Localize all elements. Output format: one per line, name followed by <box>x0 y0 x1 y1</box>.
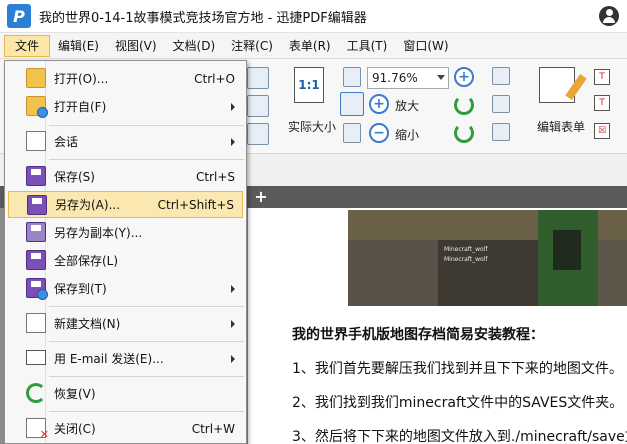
session-icon <box>26 131 46 151</box>
zoom-out-button[interactable]: − <box>369 123 389 143</box>
fit-page-button[interactable] <box>343 67 361 87</box>
close-document-icon <box>26 418 49 441</box>
title-bar: P 我的世界0-14-1故事模式竞技场官方地 - 迅捷PDF编辑器 <box>0 0 627 33</box>
zoom-select[interactable]: 91.76% <box>367 67 449 89</box>
zoom-in-label: 放大 <box>395 99 420 113</box>
actual-size-button[interactable]: 1:1 <box>294 67 324 103</box>
checkbox-field-icon: ☒ <box>594 123 610 139</box>
rotate-right-button[interactable] <box>454 123 474 143</box>
zoom-tool-button[interactable]: + <box>454 67 474 87</box>
form-image-icon <box>492 95 510 113</box>
rotate-left-icon <box>454 95 474 115</box>
image-caption-1: Minecraft_wolf <box>444 246 488 253</box>
rotate-right-icon <box>454 123 474 143</box>
menu-item-open[interactable]: 打开(O)... Ctrl+O <box>8 65 243 92</box>
select-icon <box>247 123 269 145</box>
fit-width-button[interactable] <box>340 92 364 116</box>
document-line-1: 1、我们首先要解压我们找到并且下下来的地图文件。 <box>292 361 623 377</box>
paste-button[interactable] <box>247 95 269 117</box>
menu-item-session[interactable]: 会话 <box>8 128 243 155</box>
menu-window[interactable]: 窗口(W) <box>395 35 456 57</box>
chevron-down-icon <box>437 75 445 80</box>
watermark: 头条 @小奇 <box>530 412 610 430</box>
zoom-value: 91.76% <box>372 71 418 85</box>
form-checkbox-button[interactable] <box>492 123 510 141</box>
menu-view[interactable]: 视图(V) <box>107 35 165 57</box>
menu-tools[interactable]: 工具(T) <box>339 35 396 57</box>
menu-item-save-to[interactable]: 保存到(T) <box>8 275 243 302</box>
app-logo-icon: P <box>7 4 31 28</box>
checkbox-field-button[interactable]: ☒ <box>594 123 610 139</box>
form-field-icon <box>492 67 510 85</box>
menu-item-revert[interactable]: 恢复(V) <box>8 380 243 407</box>
clipboard-icon <box>247 95 269 117</box>
actual-size-icon: 1:1 <box>294 67 324 103</box>
menu-comment[interactable]: 注释(C) <box>223 35 281 57</box>
fit-visible-button[interactable] <box>343 123 361 143</box>
menu-item-email[interactable]: 用 E-mail 发送(E)... <box>8 345 243 372</box>
user-account-icon[interactable] <box>599 6 619 26</box>
menu-bar: 文件 编辑(E) 视图(V) 文档(D) 注释(C) 表单(R) 工具(T) 窗… <box>0 33 627 59</box>
save-as-icon <box>27 195 47 215</box>
submenu-arrow-icon <box>231 354 235 363</box>
submenu-arrow-icon <box>231 137 235 146</box>
select-button[interactable] <box>247 123 269 145</box>
submenu-arrow-icon <box>231 284 235 293</box>
actual-size-label: 实际大小 <box>288 120 337 134</box>
text-field-icon: T <box>594 69 610 85</box>
snapshot-button[interactable] <box>247 67 269 89</box>
open-folder-icon <box>26 68 46 88</box>
menu-file[interactable]: 文件 <box>4 34 51 57</box>
camera-icon <box>247 67 269 89</box>
menu-form[interactable]: 表单(R) <box>281 35 339 57</box>
fit-page-icon <box>343 67 361 87</box>
menu-item-save-all[interactable]: 全部保存(L) <box>8 247 243 274</box>
menu-document[interactable]: 文档(D) <box>165 35 224 57</box>
menu-item-open-from[interactable]: 打开自(F) <box>8 93 243 120</box>
text-box-button[interactable]: T <box>594 95 610 111</box>
form-checkbox-icon <box>492 123 510 141</box>
text-field-button[interactable]: T <box>594 69 610 85</box>
minecraft-screenshot-image: Minecraft_wolf Minecraft_wolf <box>348 210 627 306</box>
zoom-in-icon: + <box>369 94 389 114</box>
save-icon <box>26 166 46 186</box>
email-icon <box>26 350 46 365</box>
save-copy-icon <box>26 222 46 242</box>
menu-item-save-copy[interactable]: 另存为副本(Y)... <box>8 219 243 246</box>
menu-item-save[interactable]: 保存(S) Ctrl+S <box>8 163 243 190</box>
edit-form-icon <box>539 67 575 103</box>
fit-width-icon <box>340 92 364 116</box>
image-caption-2: Minecraft_wolf <box>444 256 488 263</box>
new-tab-icon[interactable]: + <box>253 189 269 205</box>
file-menu-dropdown: 打开(O)... Ctrl+O 打开自(F) 会话 保存(S) Ctrl+S 另… <box>4 60 247 444</box>
menu-item-close[interactable]: 关闭(C) Ctrl+W <box>8 415 243 442</box>
new-document-icon <box>26 313 46 333</box>
revert-icon <box>26 383 46 403</box>
submenu-arrow-icon <box>231 319 235 328</box>
menu-edit[interactable]: 编辑(E) <box>50 35 107 57</box>
document-line-2: 2、我们找到我们minecraft文件中的SAVES文件夹。 <box>292 395 624 411</box>
open-from-icon <box>26 96 48 118</box>
zoom-out-icon: − <box>369 123 389 143</box>
menu-item-new-document[interactable]: 新建文档(N) <box>8 310 243 337</box>
save-to-icon <box>26 278 48 300</box>
text-box-icon: T <box>594 95 610 111</box>
form-field-button[interactable] <box>492 67 510 85</box>
zoom-in-button[interactable]: + <box>369 94 389 114</box>
save-all-icon <box>26 250 46 270</box>
fit-visible-icon <box>343 123 361 143</box>
submenu-arrow-icon <box>231 102 235 111</box>
form-image-button[interactable] <box>492 95 510 113</box>
window-title: 我的世界0-14-1故事模式竞技场官方地 - 迅捷PDF编辑器 <box>39 10 367 26</box>
magnifier-icon: + <box>454 67 474 87</box>
edit-form-button[interactable] <box>539 67 575 103</box>
zoom-out-label: 缩小 <box>395 128 420 142</box>
document-heading: 我的世界手机版地图存档简易安装教程： <box>292 327 544 343</box>
edit-form-label: 编辑表单 <box>537 120 586 134</box>
menu-item-save-as[interactable]: 另存为(A)... Ctrl+Shift+S <box>8 191 243 218</box>
rotate-left-button[interactable] <box>454 95 474 115</box>
